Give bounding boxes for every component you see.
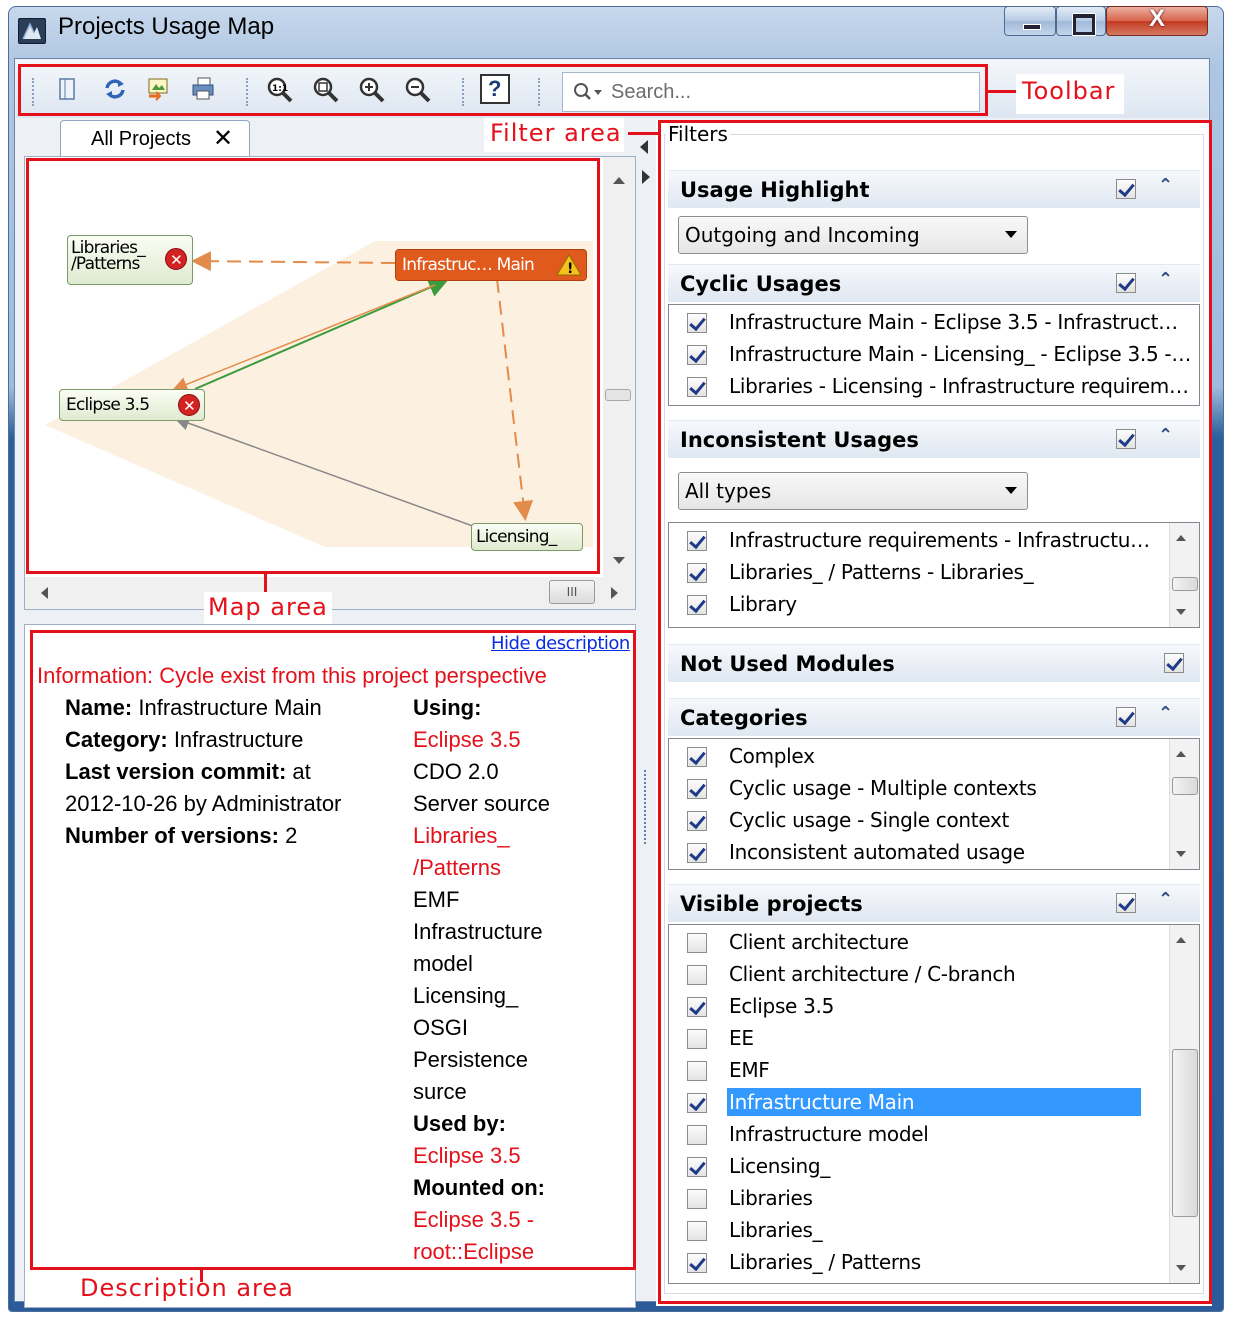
filter-callout-label: Filter area	[490, 119, 622, 147]
tab-label: All Projects	[91, 128, 192, 150]
description-callout-box	[30, 630, 636, 1270]
map-callout-box	[26, 158, 600, 574]
scroll-thumb[interactable]	[605, 389, 631, 401]
close-tab-icon[interactable]: ✕	[213, 124, 233, 153]
maximize-button[interactable]	[1056, 6, 1106, 36]
tab-all-projects[interactable]: All Projects ✕	[60, 120, 250, 158]
description-callout-label: Description area	[80, 1274, 294, 1302]
map-callout-label: Map area	[208, 593, 328, 621]
map-vscrollbar[interactable]	[603, 157, 635, 577]
close-icon: X	[1148, 5, 1165, 32]
scroll-right-arrow-icon[interactable]	[611, 587, 618, 599]
app-icon	[18, 18, 46, 44]
scroll-left-arrow-icon[interactable]	[41, 587, 48, 599]
filter-callout-box	[658, 120, 1212, 1304]
splitter-handle[interactable]	[644, 770, 648, 844]
collapse-left-arrow-icon[interactable]	[640, 140, 648, 154]
hscroll-thumb[interactable]: III	[549, 580, 595, 604]
toolbar-callout-box	[18, 64, 988, 116]
scroll-down-arrow-icon[interactable]	[613, 557, 625, 564]
scroll-up-arrow-icon[interactable]	[613, 177, 625, 184]
close-button[interactable]: X	[1106, 5, 1208, 36]
minimize-button[interactable]	[1004, 6, 1056, 36]
toolbar-callout-label: Toolbar	[1022, 77, 1116, 105]
toolbar-callout-line	[988, 90, 1016, 93]
window-title: Projects Usage Map	[58, 13, 275, 40]
filter-callout-line	[628, 132, 658, 135]
expand-right-arrow-icon[interactable]	[642, 170, 650, 184]
map-callout-line	[264, 574, 267, 594]
